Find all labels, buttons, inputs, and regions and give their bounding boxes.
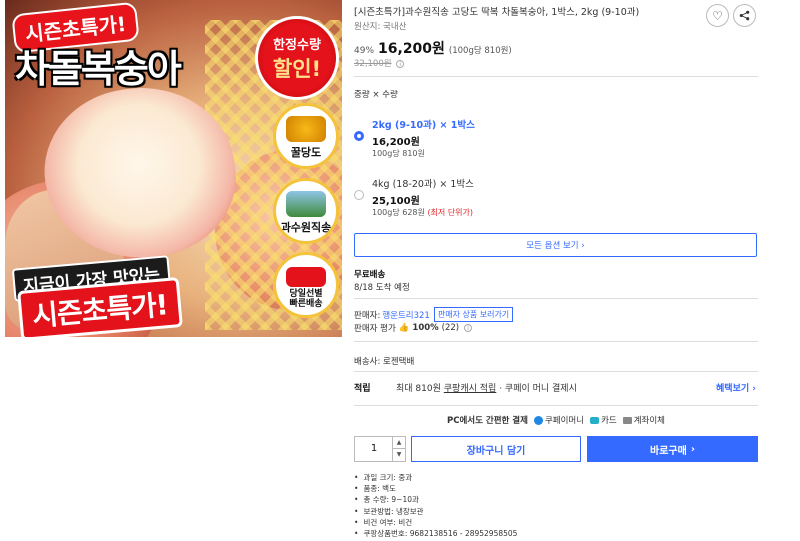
product-title: [시즌초특가]과수원직송 고당도 딱복 차돌복숭아, 1박스, 2kg (9-1…	[354, 7, 640, 18]
share-glyph	[739, 10, 750, 21]
seller-products-button[interactable]: 판매자 상품 보러가기	[433, 307, 514, 322]
payment-bank: 계좌이체	[622, 414, 665, 426]
option-unit-price: 100g당 628원	[372, 208, 425, 217]
rating-count: (22)	[441, 323, 460, 333]
arrival-date: 8/18 도착 예정	[354, 283, 410, 293]
product-image[interactable]: 시즌초특가! 차돌복숭아 한정수량 할인! 꿀당도 과수원직송 당일선별 빠른배…	[5, 0, 342, 337]
points-text: 최대 810원 쿠팡캐시 적립 · 쿠페이 머니 결제시	[396, 381, 577, 394]
payment-methods-row: PC에서도 간편한 결제 쿠페이머니 카드 계좌이체	[354, 414, 758, 426]
origin-text: 원산지: 국내산	[354, 22, 407, 32]
seller-name-link[interactable]: 행운트리321	[382, 309, 430, 321]
free-shipping-label: 무료배송	[354, 270, 386, 280]
payment-method-label: 쿠페이머니	[544, 416, 585, 426]
payment-method-label: 카드	[601, 416, 617, 426]
badge-label: 과수원직송	[280, 221, 332, 234]
card-icon	[590, 417, 600, 424]
badge-label: 꿀당도	[290, 146, 322, 159]
unit-price: (100g당 810원)	[448, 46, 512, 56]
heart-icon[interactable]: ♡	[706, 4, 729, 27]
sale-price: 16,200원	[378, 41, 445, 57]
info-icon[interactable]: i	[396, 60, 405, 68]
option-name: 4kg (18-20과) × 1박스	[372, 179, 474, 190]
option-price: 25,100원	[372, 196, 420, 207]
divider	[354, 76, 758, 77]
orchard-badge: 과수원직송	[273, 178, 339, 244]
chevron-right-icon: ›	[690, 443, 695, 455]
divider	[354, 405, 758, 406]
buy-now-label: 바로구매	[650, 445, 687, 457]
courier-text: 배송사: 로젠택배	[354, 357, 415, 367]
orchard-icon	[286, 191, 326, 217]
coupay-icon	[533, 416, 543, 425]
spec-item: 보관방법: 냉장보관	[354, 506, 517, 517]
option-name: 2kg (9-10과) × 1박스	[372, 120, 475, 131]
radio-unselected[interactable]	[354, 190, 364, 200]
rating-label: 판매자 평가	[354, 324, 396, 334]
payment-method-label: 계좌이체	[633, 416, 665, 426]
spec-item: 쿠팡상품번호: 9682138516 - 28952958505	[354, 528, 517, 539]
payment-coupay: 쿠페이머니	[533, 414, 585, 426]
quantity-input[interactable]: 1	[355, 437, 393, 461]
spec-item: 비건 여부: 비건	[354, 517, 517, 528]
option-item[interactable]: 4kg (18-20과) × 1박스 25,100원 100g당 628원 (최…	[354, 172, 754, 228]
price-row: 49% 16,200원 (100g당 810원)	[354, 38, 512, 58]
product-specs-list: 과일 크기: 중과 품종: 백도 총 수량: 9~10과 보관방법: 냉장보관 …	[354, 472, 517, 539]
seal-line1: 한정수량	[273, 37, 321, 53]
seller-rating-row: 판매자 평가 👍 100% (22) i	[354, 322, 473, 334]
seller-label: 판매자:	[354, 310, 381, 321]
limited-sale-seal: 한정수량 할인!	[255, 16, 339, 100]
chevron-down-icon[interactable]: ▼	[392, 449, 405, 461]
payment-card: 카드	[590, 414, 617, 426]
hero-title: 차돌복숭아	[15, 47, 182, 91]
original-price-row: 32,100원 i	[354, 57, 405, 69]
divider	[354, 371, 758, 372]
view-benefits-link[interactable]: 혜택보기 ›	[716, 381, 756, 394]
seal-line2: 할인!	[272, 56, 322, 81]
rating-percent: 100%	[412, 323, 439, 333]
lowest-unit-badge: (최저 단위가)	[427, 208, 474, 217]
honey-icon	[286, 116, 326, 142]
truck-icon	[286, 267, 326, 287]
share-icon[interactable]	[733, 4, 756, 27]
option-label: 중량 × 수량	[354, 90, 398, 100]
buy-now-button[interactable]: 바로구매 ›	[587, 436, 758, 462]
payment-intro: PC에서도 간편한 결제	[447, 416, 528, 426]
delivery-badge: 당일선별 빠른배송	[273, 252, 339, 318]
points-label: 적립	[354, 384, 371, 394]
sweetness-badge: 꿀당도	[273, 103, 339, 169]
thumbs-up-icon: 👍	[398, 323, 410, 333]
all-options-button[interactable]: 모든 옵션 보기 ›	[354, 233, 757, 257]
add-to-cart-button[interactable]: 장바구니 담기	[411, 436, 581, 462]
option-price: 16,200원	[372, 137, 420, 148]
chevron-up-icon[interactable]: ▲	[392, 437, 405, 449]
divider	[354, 298, 758, 299]
discount-rate: 49%	[354, 46, 375, 56]
spec-item: 품종: 백도	[354, 483, 517, 494]
quantity-stepper[interactable]: 1 ▲ ▼	[354, 436, 406, 462]
divider	[354, 341, 758, 342]
spec-item: 총 수량: 9~10과	[354, 494, 517, 505]
original-price: 32,100원	[354, 59, 392, 69]
points-condition: · 쿠페이 머니 결제시	[499, 384, 577, 394]
seller-row: 판매자: 행운트리321 판매자 상품 보러가기	[354, 307, 514, 322]
badge-label: 당일선별 빠른배송	[289, 289, 323, 309]
bank-icon	[622, 417, 632, 424]
points-link[interactable]: 쿠팡캐시 적립	[444, 384, 497, 394]
option-item[interactable]: 2kg (9-10과) × 1박스 16,200원 100g당 810원	[354, 113, 754, 169]
info-icon[interactable]: i	[464, 324, 473, 332]
option-unit-price-row: 100g당 628원 (최저 단위가)	[372, 207, 473, 218]
points-amount: 최대 810원	[396, 384, 441, 394]
radio-selected[interactable]	[354, 131, 364, 141]
option-unit-price: 100g당 810원	[372, 149, 425, 158]
spec-item: 과일 크기: 중과	[354, 472, 517, 483]
